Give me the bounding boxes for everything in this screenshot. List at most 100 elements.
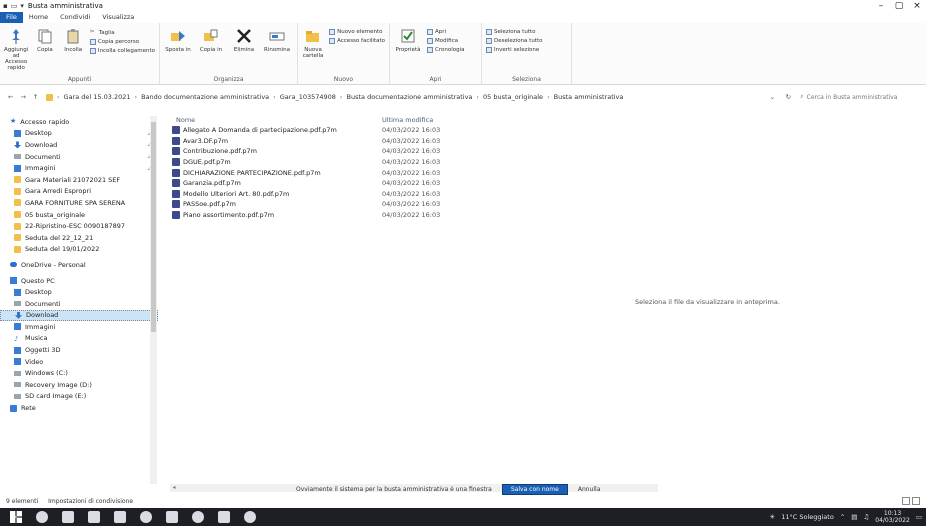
- invert-selection-button[interactable]: Inverti selezione: [486, 47, 543, 53]
- nav-item-folder[interactable]: 22-Ripristino-ESC 0090187897: [0, 220, 158, 232]
- select-all-button[interactable]: Seleziona tutto: [486, 29, 543, 35]
- nav-item-images[interactable]: Immagini: [0, 321, 158, 333]
- nav-item-drive[interactable]: Recovery Image (D:): [0, 379, 158, 391]
- column-header-date[interactable]: Ultima modifica: [382, 116, 502, 124]
- nav-item-folder[interactable]: Seduta del 22_12_21: [0, 232, 158, 244]
- column-header-name[interactable]: Nome: [170, 116, 382, 124]
- breadcrumb-item[interactable]: Busta amministrativa: [554, 93, 624, 101]
- minimize-button[interactable]: –: [872, 0, 890, 12]
- file-row[interactable]: Piano assortimento.pdf.p7m 04/03/2022 16:…: [170, 210, 926, 221]
- nav-item-documents[interactable]: Documenti: [0, 298, 158, 310]
- pin-quick-access-button[interactable]: Aggiungi ad Accesso rapido: [4, 27, 28, 71]
- nav-item-desktop[interactable]: Desktop⊿: [0, 128, 158, 140]
- nav-item-music[interactable]: ♪ Musica: [0, 333, 158, 345]
- file-row[interactable]: Contribuzione.pdf.p7m 04/03/2022 16:03: [170, 146, 926, 157]
- file-row[interactable]: Allegato A Domanda di partecipazione.pdf…: [170, 125, 926, 136]
- nav-item-video[interactable]: Video: [0, 356, 158, 368]
- save-as-button[interactable]: Salva con nome: [501, 484, 568, 495]
- nav-item-download[interactable]: Download⊿: [0, 139, 158, 151]
- chrome-icon[interactable]: [192, 511, 204, 523]
- volume-icon[interactable]: ♫: [863, 513, 869, 521]
- easy-access-button[interactable]: Accesso facilitato: [329, 38, 385, 44]
- nav-item-download[interactable]: Download: [0, 309, 158, 322]
- cut-button[interactable]: ✂ Taglia: [90, 29, 155, 36]
- chevron-down-icon[interactable]: ▾: [20, 2, 24, 10]
- large-icons-view-icon[interactable]: [912, 497, 920, 505]
- breadcrumb-item[interactable]: Busta documentazione amministrativa: [347, 93, 473, 101]
- word-icon[interactable]: [218, 511, 230, 523]
- browser-icon[interactable]: [140, 511, 152, 523]
- app-icon[interactable]: [244, 511, 256, 523]
- copy-path-button[interactable]: Copia percorso: [89, 39, 155, 45]
- chevron-up-icon[interactable]: ⌃: [840, 513, 845, 521]
- nav-item-folder[interactable]: Gara Materiali 21072021 SEF: [0, 174, 158, 186]
- file-row[interactable]: Modello Ulteriori Art. 80.pdf.p7m 04/03/2…: [170, 189, 926, 200]
- nav-item-documents[interactable]: Documenti⊿: [0, 151, 158, 163]
- nav-item-folder[interactable]: Seduta del 19/01/2022: [0, 244, 158, 256]
- file-row[interactable]: DICHIARAZIONE PARTECIPAZIONE.pdf.p7m 04/0…: [170, 167, 926, 178]
- breadcrumb-item[interactable]: 05 busta_originale: [483, 93, 543, 101]
- nav-item-drive[interactable]: SD card Image (E:): [0, 391, 158, 403]
- select-none-button[interactable]: Deseleziona tutto: [486, 38, 543, 44]
- task-view-icon[interactable]: [62, 511, 74, 523]
- new-item-button[interactable]: Nuovo elemento: [329, 29, 385, 35]
- save-icon[interactable]: ▪: [3, 2, 8, 10]
- refresh-icon[interactable]: ↻: [780, 93, 796, 101]
- delete-button[interactable]: Elimina: [230, 27, 258, 53]
- back-arrow-icon[interactable]: ←: [8, 93, 13, 101]
- notification-icon[interactable]: ▭: [916, 513, 922, 521]
- tab-share[interactable]: Condividi: [54, 12, 96, 23]
- nav-item-drive[interactable]: Windows (C:): [0, 367, 158, 379]
- close-button[interactable]: ×: [908, 0, 926, 12]
- cancel-button[interactable]: Annulla: [578, 486, 601, 493]
- nav-scrollbar[interactable]: [150, 116, 157, 484]
- paste-shortcut-button[interactable]: Incolla collegamento: [89, 48, 155, 54]
- address-bar[interactable]: › Gara del 15.03.2021 › Bando documentaz…: [45, 91, 764, 103]
- file-row[interactable]: PASSoe.pdf.p7m 04/03/2022 16:03: [170, 199, 926, 210]
- nav-quick-access[interactable]: ★ Accesso rapido: [0, 116, 158, 128]
- scrollbar-thumb[interactable]: [151, 122, 156, 332]
- tab-view[interactable]: Visualizza: [96, 12, 140, 23]
- mail-icon[interactable]: [114, 511, 126, 523]
- nav-item-images[interactable]: Immagini⊿: [0, 162, 158, 174]
- copy-button[interactable]: Copia: [33, 27, 56, 53]
- forward-arrow-icon[interactable]: →: [20, 93, 25, 101]
- paste-button[interactable]: Incolla: [62, 27, 85, 53]
- network-icon[interactable]: ▤: [851, 513, 857, 521]
- breadcrumb-item[interactable]: Bando documentazione amministrativa: [141, 93, 269, 101]
- tab-file[interactable]: File: [0, 12, 23, 23]
- details-view-icon[interactable]: [902, 497, 910, 505]
- file-row[interactable]: Garanzia.pdf.p7m 04/03/2022 16:03: [170, 178, 926, 189]
- new-folder-button[interactable]: Nuova cartella: [302, 27, 324, 59]
- history-button[interactable]: Cronologia: [427, 47, 464, 53]
- maximize-button[interactable]: ▢: [890, 0, 908, 12]
- edit-button[interactable]: Modifica: [427, 38, 464, 44]
- nav-item-folder[interactable]: GARA FORNITURE SPA SERENA: [0, 197, 158, 209]
- nav-onedrive[interactable]: OneDrive - Personal: [0, 259, 158, 271]
- tab-home[interactable]: Home: [23, 12, 54, 23]
- breadcrumb-item[interactable]: Gara_103574908: [280, 93, 336, 101]
- folder-icon[interactable]: ▭: [11, 2, 18, 10]
- store-icon[interactable]: [166, 511, 178, 523]
- search-box[interactable]: ⌕ Cerca in Busta amministrativa: [796, 91, 926, 103]
- nav-network[interactable]: Rete: [0, 402, 158, 414]
- nav-item-3d-objects[interactable]: Oggetti 3D: [0, 344, 158, 356]
- windows-start-icon[interactable]: [10, 511, 22, 523]
- copy-to-button[interactable]: Copia in: [197, 27, 225, 53]
- weather-label[interactable]: 11°C Soleggiato: [781, 513, 834, 521]
- search-input[interactable]: Cerca in Busta amministrativa: [807, 94, 898, 101]
- search-icon[interactable]: [36, 511, 48, 523]
- nav-item-folder[interactable]: Gara Arredi Espropri: [0, 186, 158, 198]
- open-button[interactable]: Apri: [427, 29, 464, 35]
- nav-this-pc[interactable]: Questo PC: [0, 275, 158, 287]
- up-arrow-icon[interactable]: ↑: [33, 93, 38, 101]
- rename-button[interactable]: Rinomina: [263, 27, 291, 53]
- properties-button[interactable]: Proprietà: [394, 27, 422, 53]
- breadcrumb-item[interactable]: Gara del 15.03.2021: [64, 93, 131, 101]
- file-row[interactable]: Avar3.DF.p7m 04/03/2022 16:03: [170, 136, 926, 147]
- move-to-button[interactable]: Sposta in: [164, 27, 192, 53]
- scroll-left-arrow-icon[interactable]: ◂: [170, 484, 178, 492]
- nav-item-folder[interactable]: 05 busta_originale: [0, 209, 158, 221]
- chevron-down-icon[interactable]: ⌄: [764, 93, 780, 101]
- clock[interactable]: 10:13 04/03/2022: [875, 510, 910, 524]
